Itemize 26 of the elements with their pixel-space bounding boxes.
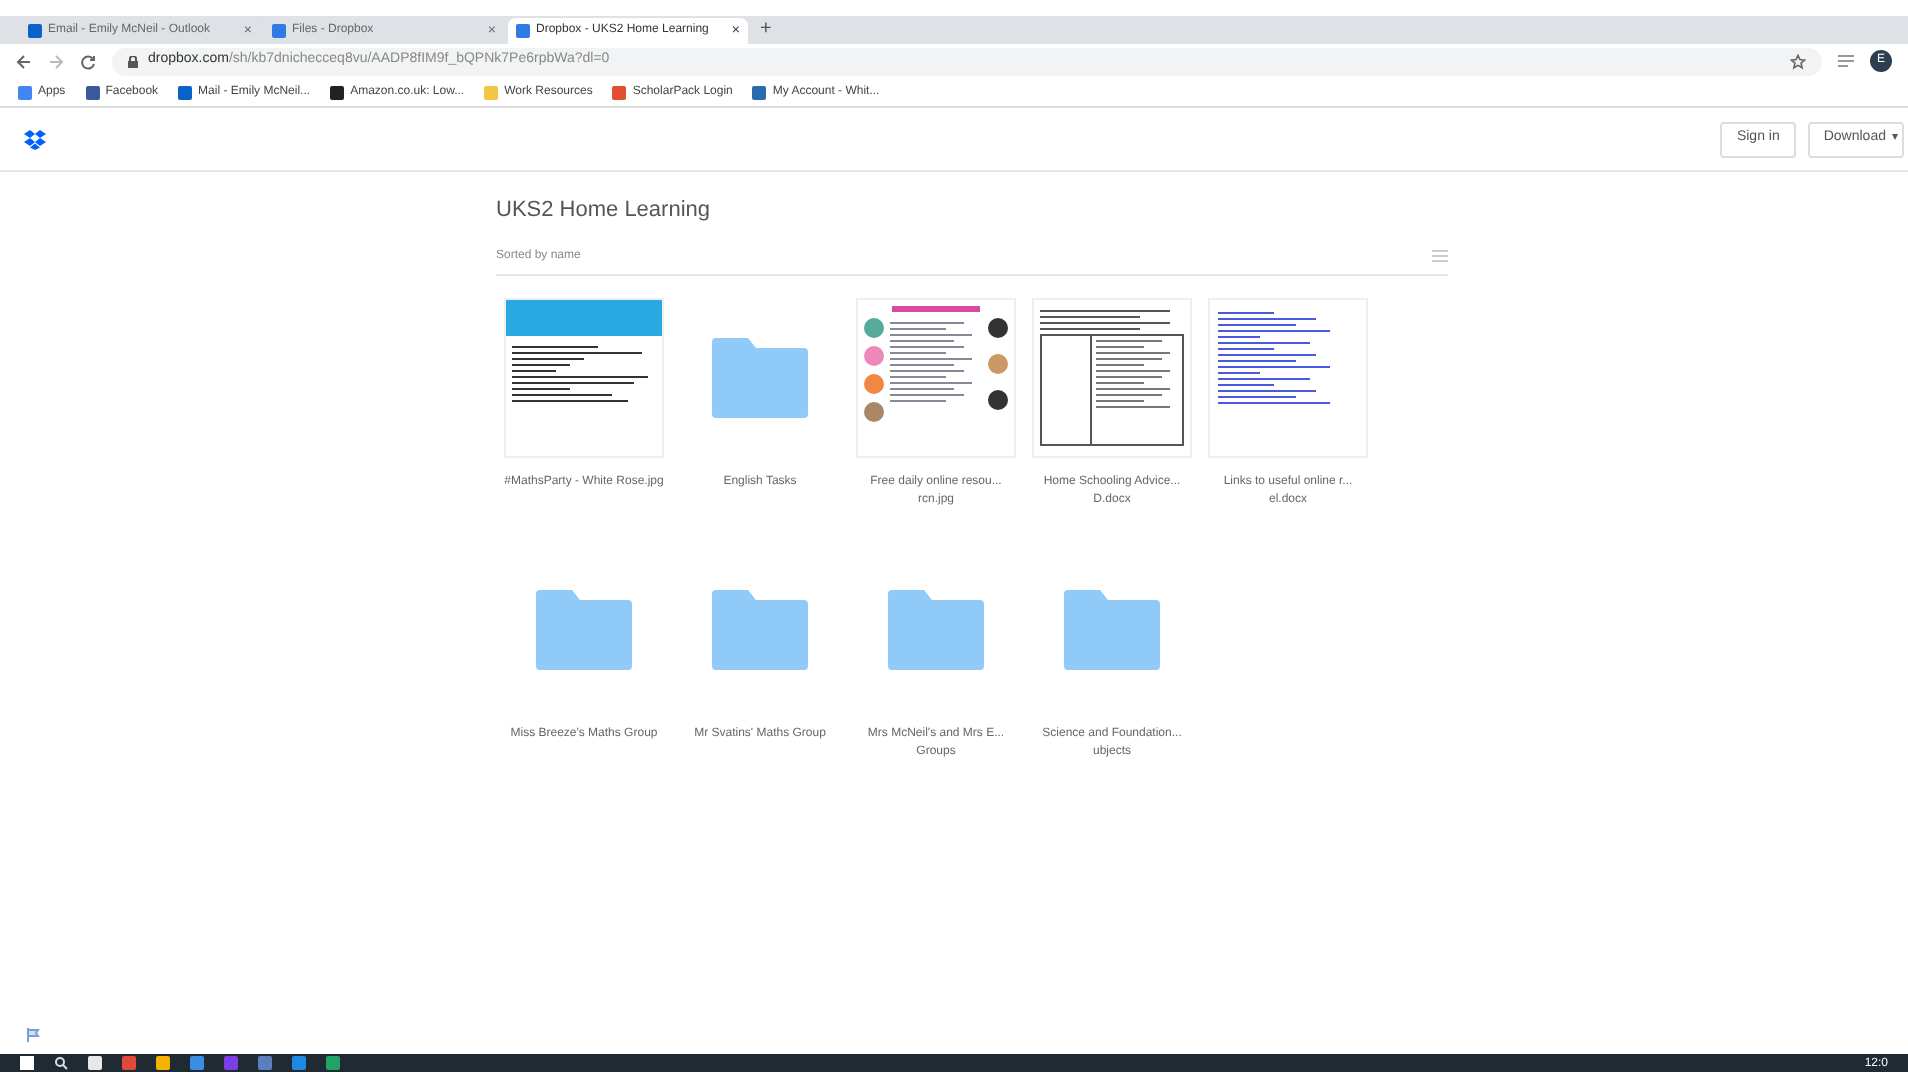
queue-icon[interactable] bbox=[1838, 54, 1854, 68]
taskbar-app-icon[interactable] bbox=[326, 1056, 340, 1070]
taskbar-app-icon[interactable] bbox=[88, 1056, 102, 1070]
folder-icon bbox=[888, 589, 984, 669]
taskbar-app-icon[interactable] bbox=[224, 1056, 238, 1070]
forward-icon[interactable] bbox=[48, 53, 64, 69]
flag-icon[interactable] bbox=[26, 1028, 40, 1042]
folder-icon bbox=[1064, 589, 1160, 669]
search-icon[interactable] bbox=[54, 1056, 68, 1070]
taskbar-app-icon[interactable] bbox=[190, 1056, 204, 1070]
dropbox-logo-icon[interactable] bbox=[24, 129, 46, 149]
folder-icon bbox=[712, 337, 808, 417]
new-tab-button[interactable]: + bbox=[760, 20, 772, 40]
taskbar-app-icon[interactable] bbox=[292, 1056, 306, 1070]
folder-icon bbox=[536, 589, 632, 669]
taskbar-app-icon[interactable] bbox=[122, 1056, 136, 1070]
list-view-icon[interactable] bbox=[1432, 250, 1448, 262]
start-icon[interactable] bbox=[20, 1056, 34, 1070]
reload-icon[interactable] bbox=[80, 53, 96, 69]
folder-icon bbox=[712, 589, 808, 669]
lock-icon bbox=[128, 55, 138, 67]
star-icon[interactable] bbox=[1790, 53, 1806, 69]
taskbar-app-icon[interactable] bbox=[258, 1056, 272, 1070]
taskbar-app-icon[interactable] bbox=[156, 1056, 170, 1070]
folder-title: UKS2 Home Learning bbox=[496, 196, 713, 226]
back-icon[interactable] bbox=[16, 53, 32, 69]
